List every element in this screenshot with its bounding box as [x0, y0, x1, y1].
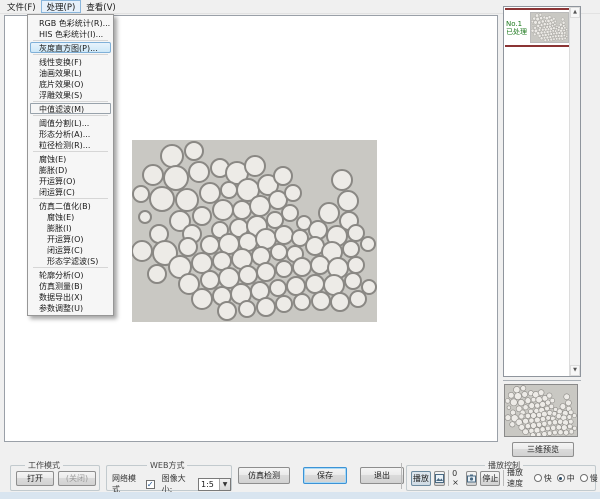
menu-item[interactable]: 浮雕效果(S)	[30, 89, 111, 100]
menubar-item[interactable]: 文件(F)	[2, 0, 41, 13]
menu-item[interactable]: HIS 色彩统计(I)...	[30, 28, 111, 39]
process-menu-dropdown: RGB 色彩统计(R)...HIS 色彩统计(I)... 灰度直方图(P)... 线…	[27, 14, 114, 316]
image-icon	[435, 474, 444, 483]
scroll-down-icon[interactable]: ▼	[570, 365, 580, 376]
menu-item[interactable]: 腐蚀(E)	[30, 211, 111, 222]
radio-icon[interactable]	[580, 474, 588, 482]
menu-item[interactable]: 形态学滤波(S)	[30, 255, 111, 266]
preview-thumbnail	[504, 384, 578, 437]
menu-item[interactable]: 闭运算(C)	[30, 244, 111, 255]
stop-button[interactable]: 停止	[480, 471, 500, 486]
exit-button[interactable]: 退出	[360, 467, 404, 484]
play-group-divider	[448, 470, 449, 486]
menu-item[interactable]: 闭运算(C)	[30, 186, 111, 197]
menu-item[interactable]: 形态分析(A)...	[30, 128, 111, 139]
microscopy-image	[132, 140, 377, 322]
list-item-label: No.1 已处理	[506, 20, 530, 36]
speed-label: 播放速度	[507, 467, 531, 489]
image-size-combo[interactable]: 1:5 ▼	[198, 478, 231, 491]
speed-radio-label: 中	[567, 473, 575, 484]
menu-item[interactable]: 数据导出(X)	[30, 291, 111, 302]
web-mode-legend: WEB方式	[147, 460, 187, 471]
toolbar-divider	[401, 463, 402, 489]
menu-item[interactable]: 腐蚀(E)	[30, 153, 111, 164]
menubar-item[interactable]: 处理(P)	[41, 0, 82, 13]
menu-item[interactable]: 油画效果(L)	[30, 67, 111, 78]
preview-3d-button[interactable]: 三维预览	[512, 442, 574, 457]
network-mode-checkbox[interactable]: ✓	[146, 480, 155, 489]
menu-item[interactable]: 开运算(O)	[30, 233, 111, 244]
speed-radio-option[interactable]: 慢	[580, 473, 598, 484]
radio-icon[interactable]	[557, 474, 565, 482]
menu-item[interactable]: 线性变换(F)	[30, 56, 111, 67]
menu-separator	[33, 40, 108, 41]
speed-radio-label: 慢	[590, 473, 598, 484]
menu-item[interactable]: 仿真测量(B)	[30, 280, 111, 291]
menu-item[interactable]: 阈值分割(L)...	[30, 117, 111, 128]
play-group-divider2	[503, 470, 504, 486]
menu-separator	[33, 267, 108, 268]
scroll-up-icon[interactable]: ▲	[570, 7, 580, 18]
menu-separator	[33, 151, 108, 152]
speed-radio-option[interactable]: 快	[534, 473, 552, 484]
menu-item[interactable]: 仿真二值化(B)	[30, 200, 111, 211]
menu-item[interactable]: 参数调整(U)	[30, 302, 111, 313]
menu-separator	[33, 101, 108, 102]
work-mode-group: 工作模式 打开(关闭)	[10, 465, 100, 491]
sidebar-divider	[503, 380, 581, 381]
play-button[interactable]: 播放	[411, 471, 431, 486]
menu-item[interactable]: 灰度直方图(P)...	[30, 42, 111, 53]
particle-image-svg	[132, 140, 377, 322]
menu-item[interactable]: RGB 色彩统计(R)...	[30, 17, 111, 28]
list-item-thumbnail	[530, 12, 569, 43]
list-item-line1: No.1	[506, 20, 530, 28]
menu-separator	[33, 115, 108, 116]
menu-separator	[33, 54, 108, 55]
radio-icon[interactable]	[534, 474, 542, 482]
frame-counter: 0 ×	[452, 469, 463, 487]
snapshot-icon-button[interactable]	[434, 471, 446, 486]
play-control-group: 播放控制 播放 0 × 停止 播放速度 快中慢	[406, 465, 596, 491]
close-button[interactable]: (关闭)	[58, 471, 96, 486]
combo-arrow-icon[interactable]: ▼	[219, 479, 230, 490]
web-mode-group: WEB方式 网络模式 ✓ 图像大小: 1:5 ▼	[106, 465, 232, 491]
simulate-detect-button[interactable]: 仿真检测	[238, 467, 290, 484]
menu-item[interactable]: 中值滤波(M)	[30, 103, 111, 114]
open-button[interactable]: 打开	[16, 471, 54, 486]
bottom-toolbar: 工作模式 打开 (关闭) WEB方式 网络模式 ✓ 图像大小: 1:5 ▼ 仿真检…	[0, 459, 600, 492]
menu-item[interactable]: 粒径检测(R)...	[30, 139, 111, 150]
speed-radio-label: 快	[544, 473, 552, 484]
capture-icon-button[interactable]	[466, 471, 478, 486]
save-button[interactable]: 保存	[303, 467, 347, 484]
menubar-item[interactable]: 查看(V)	[81, 0, 120, 13]
work-mode-legend: 工作模式	[25, 460, 63, 471]
image-size-value: 1:5	[201, 480, 214, 489]
list-scrollbar[interactable]: ▲ ▼	[569, 7, 580, 376]
menu-item[interactable]: 底片效果(O)	[30, 78, 111, 89]
image-list[interactable]: No.1 已处理 ▲ ▼	[503, 6, 581, 377]
menu-separator	[33, 198, 108, 199]
list-item-line2: 已处理	[506, 28, 530, 36]
menu-item[interactable]: 轮廓分析(O)	[30, 269, 111, 280]
window-bottom-strip	[0, 492, 600, 499]
list-item[interactable]: No.1 已处理	[505, 8, 570, 47]
menu-item[interactable]: 膨胀(D)	[30, 164, 111, 175]
speed-radio-option[interactable]: 中	[557, 473, 575, 484]
menu-item[interactable]: 膨胀(I)	[30, 222, 111, 233]
menu-item[interactable]: 开运算(O)	[30, 175, 111, 186]
camera-icon	[467, 474, 476, 483]
